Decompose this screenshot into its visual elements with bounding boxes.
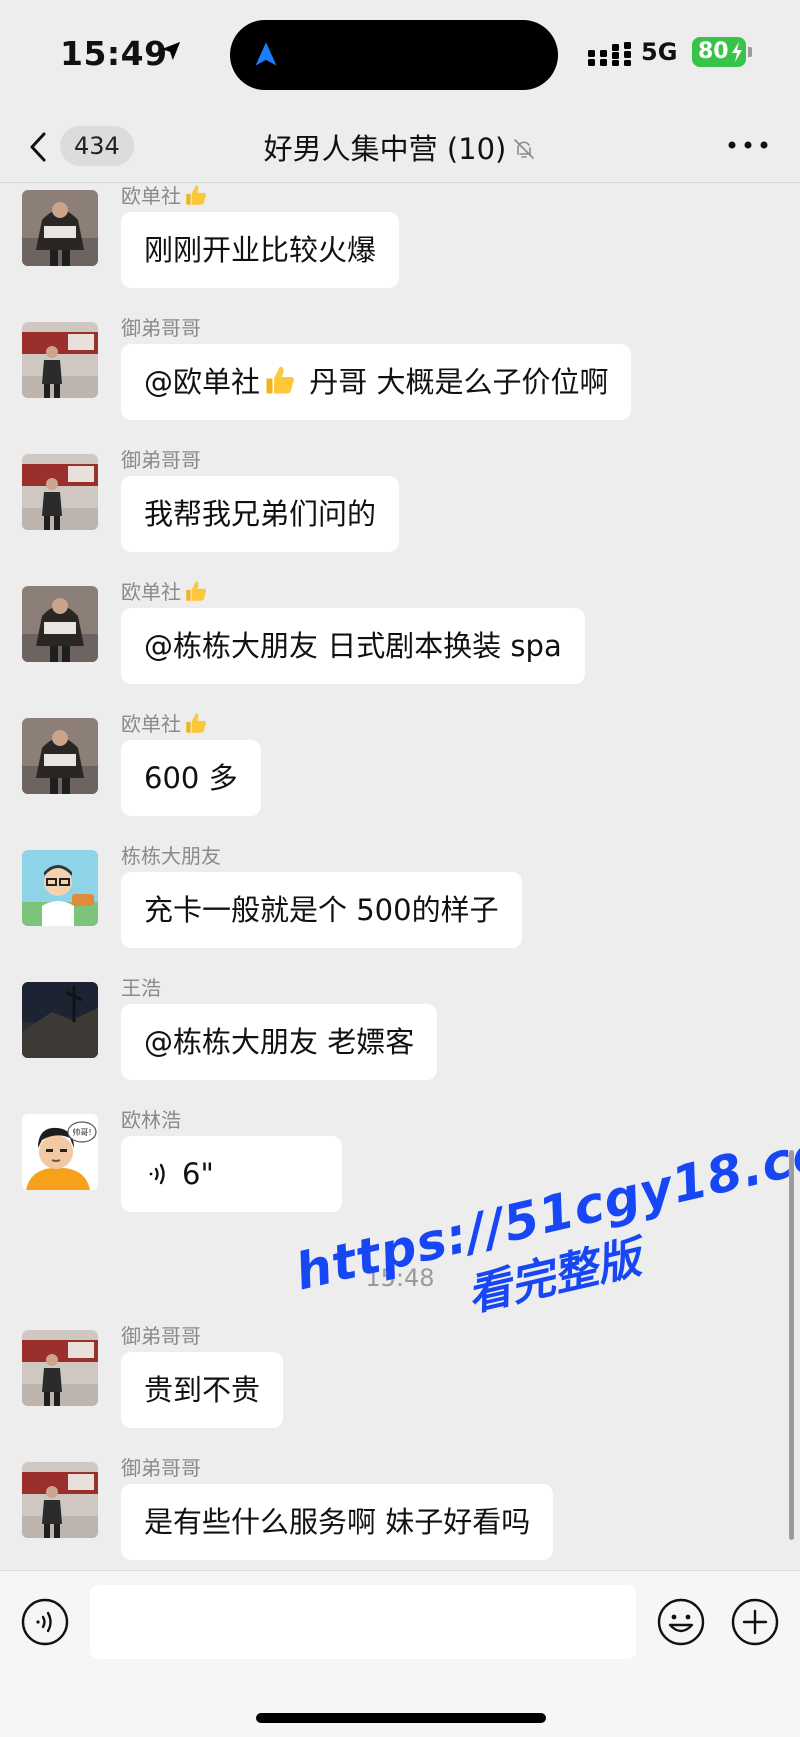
sender-name: 王浩 <box>121 976 161 1000</box>
thumbs-up-icon <box>266 366 295 394</box>
message-bubble[interactable]: 贵到不贵 <box>121 1352 284 1428</box>
avatar[interactable]: 帅哥! <box>22 1114 98 1190</box>
avatar[interactable] <box>22 322 98 398</box>
avatar[interactable] <box>22 1330 98 1406</box>
chat-title: 好男人集中营 (10) <box>0 126 800 168</box>
emoji-icon[interactable] <box>656 1597 706 1647</box>
sender-name: 欧单社 <box>121 708 209 737</box>
voice-message-bubble[interactable]: 6" <box>121 1136 342 1212</box>
voice-duration: 6" <box>182 1157 214 1191</box>
message-bubble[interactable]: 是有些什么服务啊 妹子好看吗 <box>121 1484 554 1560</box>
message-bubble[interactable]: 刚刚开业比较火爆 <box>121 212 400 288</box>
home-indicator[interactable] <box>256 1713 546 1723</box>
thumbs-up-icon <box>186 185 207 205</box>
bell-off-icon <box>514 139 535 159</box>
battery-level: 80 <box>698 39 729 64</box>
more-icon[interactable] <box>726 130 770 160</box>
message-bubble[interactable]: @欧单社 丹哥 大概是么子价位啊 <box>121 344 632 420</box>
thumbs-up-icon <box>186 581 207 601</box>
message-bubble[interactable]: @栋栋大朋友 日式剧本换装 spa <box>121 608 585 684</box>
navigation-icon <box>255 42 277 66</box>
sender-name: 御弟哥哥 <box>121 1456 201 1480</box>
sender-name: 欧单社 <box>121 180 209 209</box>
message-bubble[interactable]: 我帮我兄弟们问的 <box>121 476 400 552</box>
status-bar: 15:49 5G 80 <box>0 0 800 110</box>
chat-header: 434 好男人集中营 (10) <box>0 110 800 183</box>
avatar[interactable] <box>22 718 98 794</box>
signal-icon <box>588 42 631 66</box>
battery-indicator: 80 <box>692 37 746 67</box>
avatar[interactable] <box>22 850 98 926</box>
sender-name: 御弟哥哥 <box>121 448 201 472</box>
network-type: 5G <box>641 38 678 66</box>
avatar[interactable] <box>22 1462 98 1538</box>
avatar[interactable] <box>22 982 98 1058</box>
sender-name: 御弟哥哥 <box>121 1324 201 1348</box>
message-input[interactable] <box>90 1585 636 1659</box>
battery-nub <box>748 47 752 57</box>
message-bubble[interactable]: @栋栋大朋友 老嫖客 <box>121 1004 438 1080</box>
chat-title-text: 好男人集中营 (10) <box>263 132 507 166</box>
plus-icon[interactable] <box>730 1597 780 1647</box>
sender-name: 御弟哥哥 <box>121 316 201 340</box>
scrollbar[interactable] <box>789 1150 794 1540</box>
avatar-badge-text: 帅哥! <box>72 1127 91 1137</box>
thumbs-up-icon <box>186 713 207 733</box>
dynamic-island <box>230 20 558 90</box>
voice-wave-icon <box>149 1163 165 1185</box>
input-bar <box>0 1570 800 1737</box>
sender-name: 欧单社 <box>121 576 209 605</box>
status-time: 15:49 <box>60 34 168 73</box>
sender-name: 欧林浩 <box>121 1108 181 1132</box>
avatar[interactable] <box>22 190 98 266</box>
location-arrow-icon <box>161 41 181 61</box>
avatar[interactable] <box>22 586 98 662</box>
watermark: https://51cgy18.com 看完整版 <box>290 1111 800 1360</box>
avatar[interactable] <box>22 454 98 530</box>
voice-icon[interactable] <box>20 1597 70 1647</box>
message-bubble[interactable]: 600 多 <box>121 740 261 816</box>
bolt-icon <box>732 42 742 62</box>
sender-name: 栋栋大朋友 <box>121 844 221 868</box>
message-bubble[interactable]: 充卡一般就是个 500的样子 <box>121 872 522 948</box>
